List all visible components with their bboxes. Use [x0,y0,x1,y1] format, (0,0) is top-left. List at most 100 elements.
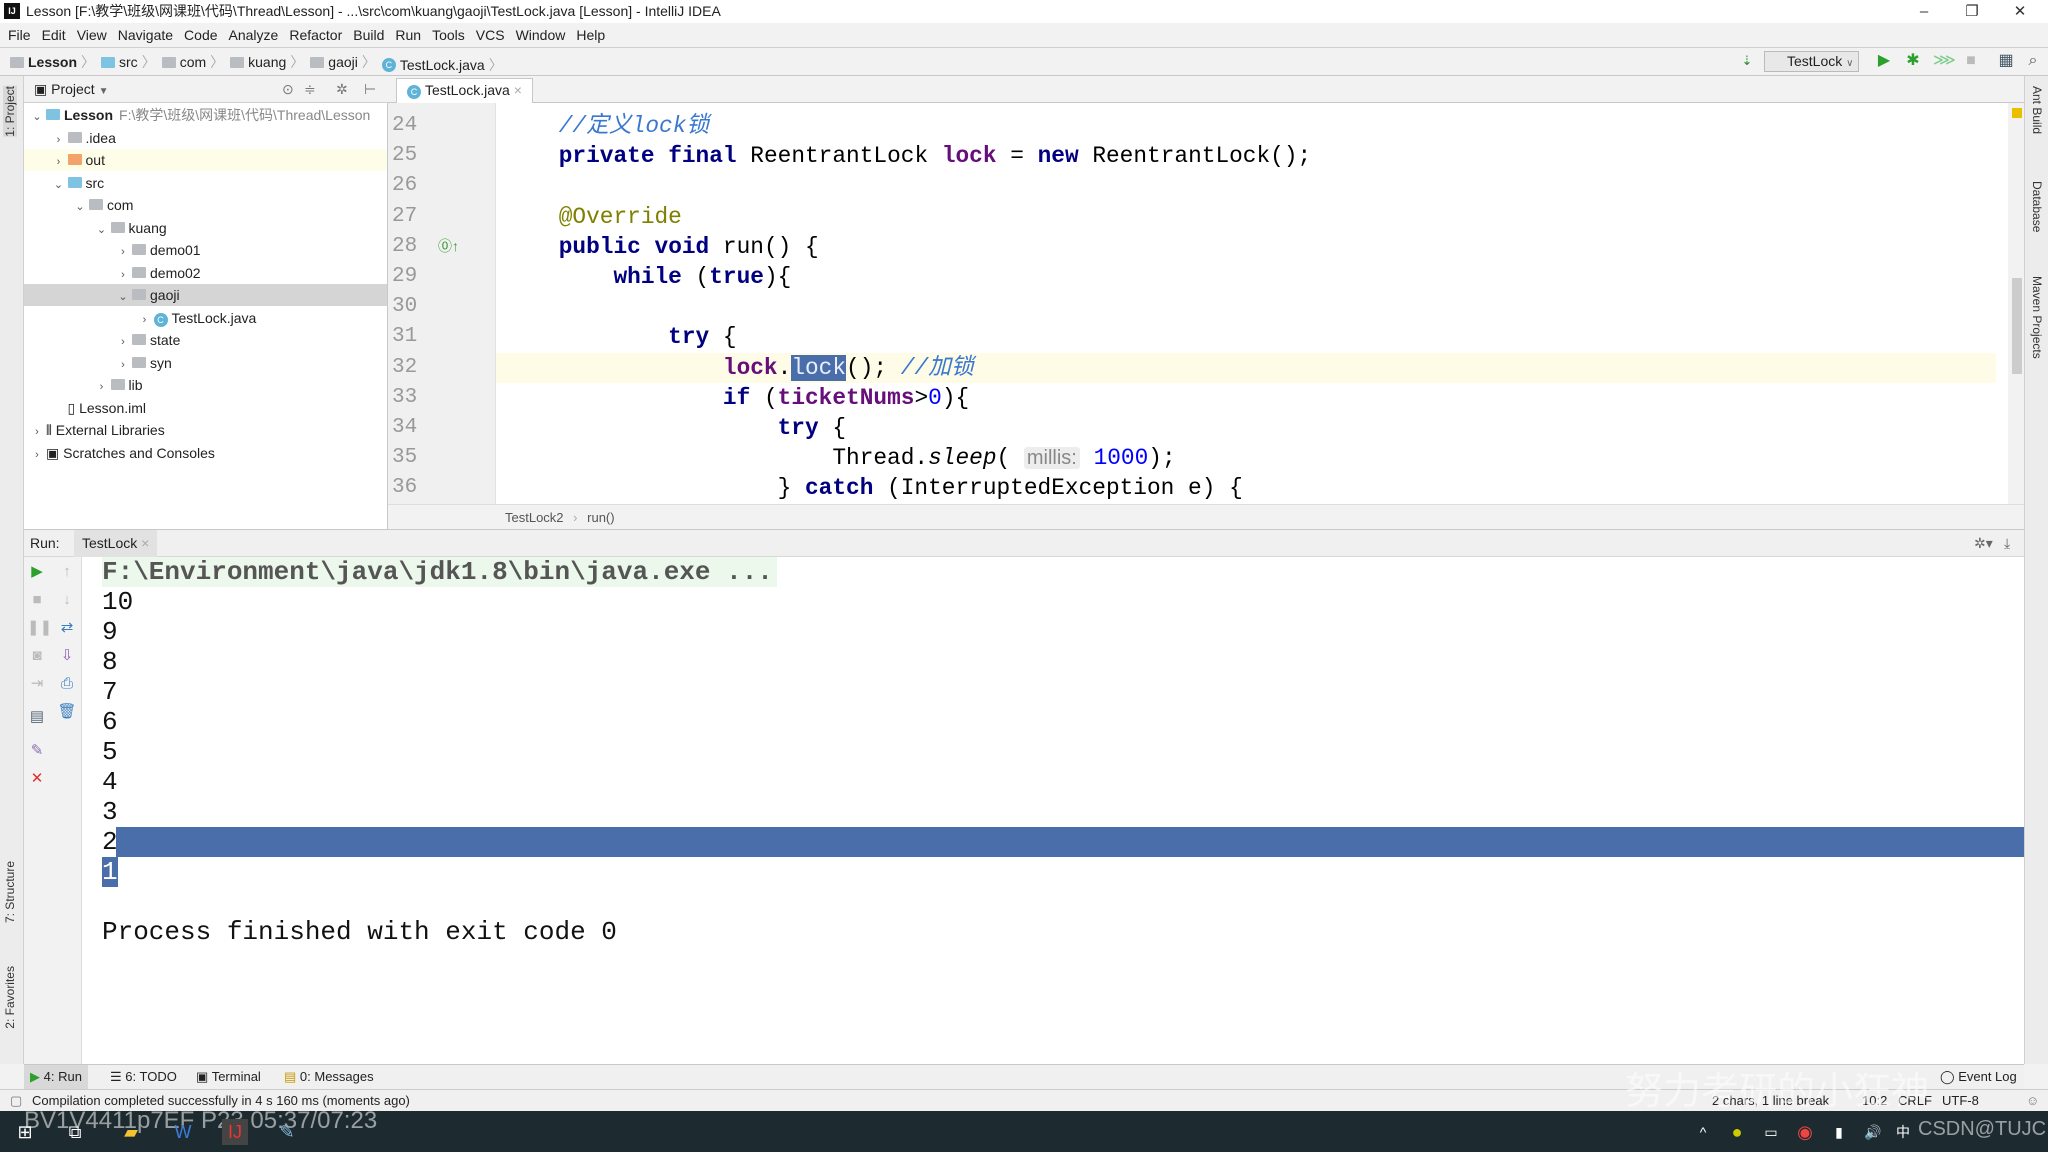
menu-file[interactable]: File [8,27,31,43]
close-tab-icon[interactable]: × [514,82,522,98]
close-icon[interactable]: ✕ [27,769,47,789]
down-icon[interactable]: ↓ [57,590,77,610]
wps-icon[interactable]: W [170,1119,196,1145]
menu-view[interactable]: View [77,27,107,43]
menu-run[interactable]: Run [395,27,421,43]
tree-item[interactable]: › C TestLock.java [24,307,387,329]
dump-threads-icon[interactable]: ◙ [27,646,47,666]
status-toggle-icon[interactable]: ▢ [10,1090,22,1112]
tree-item[interactable]: › demo01 [24,239,387,261]
tray-app-icon[interactable]: ● [1724,1119,1750,1145]
chevron-right-icon[interactable]: › [114,264,132,286]
hide-icon[interactable]: ⊢ [364,76,376,103]
intellij-taskbar-icon[interactable]: IJ [222,1119,248,1145]
chevron-down-icon[interactable]: ⌄ [71,196,89,218]
battery-icon[interactable]: ▮ [1826,1119,1852,1145]
close-button[interactable]: ✕ [1998,0,2042,23]
console-output[interactable]: F:\Environment\java\jdk1.8\bin\java.exe … [82,557,2024,1064]
trash-icon[interactable]: 🗑 [57,702,77,722]
event-log-button[interactable]: ◯ Event Log [1934,1065,2023,1089]
scroll-to-end-icon[interactable]: ⇩ [57,646,77,666]
menu-window[interactable]: Window [516,27,566,43]
tab-run[interactable]: ▶ 4: Run [24,1065,88,1089]
breadcrumb-item[interactable]: src 〉 [101,48,156,76]
chevron-right-icon[interactable]: › [114,241,132,263]
project-tool-button[interactable]: 1: Project [3,86,17,137]
menu-tools[interactable]: Tools [432,27,465,43]
layout-icon[interactable]: ▤ [27,707,47,727]
chevron-right-icon[interactable]: › [28,444,46,466]
paint-icon[interactable]: ✎ [274,1119,300,1145]
crumb-method[interactable]: run() [587,510,614,525]
project-structure-icon[interactable]: ▦ [1997,52,2015,70]
tab-messages[interactable]: ▤ 0: Messages [278,1065,380,1089]
favorites-tool-button[interactable]: 2: Favorites [3,966,17,1029]
ant-build-tool-button[interactable]: Ant Build [2030,86,2044,134]
rerun-icon[interactable]: ▶ [27,562,47,582]
minimize-button[interactable]: – [1902,0,1946,23]
run-config-select[interactable]: TestLock ∨ [1764,51,1859,72]
locate-icon[interactable]: ⊙ [282,76,294,103]
tree-item[interactable]: ⌄ src [24,172,387,194]
override-marker-icon[interactable]: ⓪↑ [438,236,459,256]
stop-icon[interactable]: ■ [1962,52,1980,70]
tree-item[interactable]: › ▣ Scratches and Consoles [24,442,387,464]
run-tab-testlock[interactable]: TestLock × [74,530,158,557]
file-explorer-icon[interactable]: ▰ [118,1119,144,1145]
hide-panel-icon[interactable]: ⤓ [2004,530,2010,557]
editor-scrollbar[interactable] [2012,278,2022,374]
task-view-icon[interactable]: ⧉ [62,1119,88,1145]
ime-indicator[interactable]: 中 [1890,1119,1916,1145]
gear-icon[interactable]: ✲▾ [1974,530,1993,557]
tree-item[interactable]: ⌄ gaoji [24,284,387,306]
gear-icon[interactable]: ✲ [336,76,348,103]
network-icon[interactable]: ▭ [1758,1119,1784,1145]
breadcrumb-item[interactable]: kuang 〉 [230,48,304,76]
volume-icon[interactable]: 🔊 [1860,1119,1886,1145]
tree-item[interactable]: ⌄ com [24,194,387,216]
chevron-right-icon[interactable]: › [93,376,111,398]
chevron-right-icon[interactable]: › [114,331,132,353]
menu-refactor[interactable]: Refactor [289,27,342,43]
tree-item[interactable]: › state [24,329,387,351]
menu-help[interactable]: Help [576,27,605,43]
encoding[interactable]: UTF-8 [1942,1090,1979,1112]
breadcrumb-item[interactable]: com 〉 [161,48,224,76]
menu-vcs[interactable]: VCS [476,27,505,43]
run-icon[interactable]: ▶ [1875,52,1893,70]
print-icon[interactable]: ⎙ [57,674,77,694]
code-editor[interactable]: //定义lock锁 private final ReentrantLock lo… [496,103,2008,504]
tree-item[interactable]: ⌄ Lesson F:\教学\班级\网课班\代码\Thread\Lesson [24,104,387,126]
database-tool-button[interactable]: Database [2030,181,2044,232]
tree-item[interactable]: › out [24,149,387,171]
up-icon[interactable]: ↑ [57,562,77,582]
tab-testlock-java[interactable]: C TestLock.java × [396,78,533,103]
menu-edit[interactable]: Edit [42,27,66,43]
inspector-icon[interactable]: ☺ [2026,1090,2039,1112]
close-tab-icon[interactable]: × [141,535,149,551]
menu-build[interactable]: Build [353,27,384,43]
chevron-right-icon[interactable]: › [136,309,154,331]
tree-item[interactable]: ⌄ kuang [24,217,387,239]
tray-expand-icon[interactable]: ^ [1690,1119,1716,1145]
coverage-icon[interactable]: ⋙ [1933,52,1956,70]
tree-item[interactable]: › lib [24,374,387,396]
pause-icon[interactable]: ❚❚ [27,618,52,638]
inspection-status-icon[interactable] [2012,108,2022,118]
maximize-button[interactable]: ❐ [1950,0,1994,23]
breadcrumb-item[interactable]: gaoji 〉 [310,48,376,76]
chevron-down-icon[interactable]: ⌄ [28,106,46,128]
stop-icon[interactable]: ■ [27,590,47,610]
chevron-down-icon[interactable]: ⌄ [50,174,68,196]
debug-icon[interactable]: ✱ [1904,52,1922,70]
chevron-right-icon[interactable]: › [114,354,132,376]
tab-todo[interactable]: ☰ 6: TODO [104,1065,183,1089]
menu-code[interactable]: Code [184,27,217,43]
chevron-right-icon[interactable]: › [50,151,68,173]
breadcrumb-item[interactable]: Lesson 〉 [10,48,95,76]
tree-item[interactable]: › syn [24,352,387,374]
crumb-class[interactable]: TestLock2 [505,510,564,525]
exit-icon[interactable]: ⇥ [27,674,47,694]
build-icon[interactable]: ⇣ [1738,52,1756,70]
pin-icon[interactable]: ✎ [27,741,47,761]
